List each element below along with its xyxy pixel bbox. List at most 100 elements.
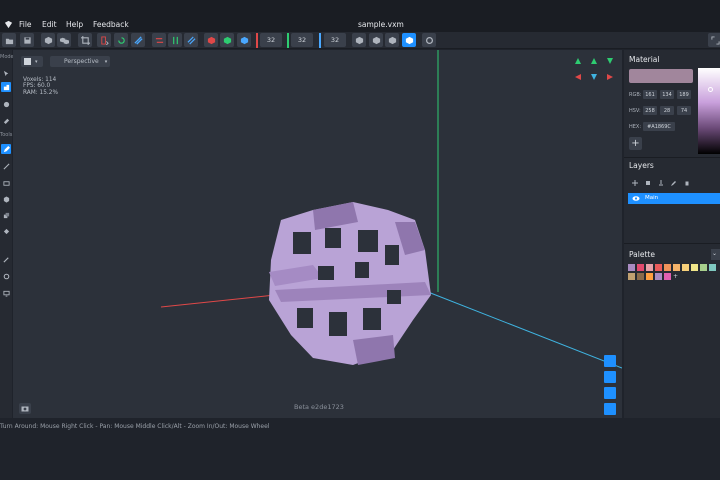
expand-button[interactable]: [708, 33, 720, 47]
hex-cube-icon: [405, 36, 413, 44]
view-cube-2-button[interactable]: [369, 33, 383, 47]
build-version: Beta e2de1723: [294, 403, 344, 411]
eye-icon[interactable]: [632, 195, 640, 202]
palette-color-swatch[interactable]: [628, 273, 635, 280]
palette-color-swatch[interactable]: [673, 264, 680, 271]
move-y-button[interactable]: [168, 33, 182, 47]
gizmo-tool-button[interactable]: [1, 271, 11, 281]
palette-color-swatch[interactable]: [664, 273, 671, 280]
size-z-input[interactable]: 32: [324, 33, 346, 47]
size-y-input[interactable]: 32: [291, 33, 313, 47]
select-mode-button[interactable]: [1, 68, 11, 78]
add-palette-color-button[interactable]: +: [673, 273, 680, 280]
screenshot-button[interactable]: [19, 403, 31, 414]
extrude-tool-button[interactable]: [1, 210, 11, 220]
color-picker[interactable]: [698, 68, 720, 154]
chevron-down-icon: ⌄: [712, 250, 718, 257]
palette-color-swatch[interactable]: [691, 264, 698, 271]
layer-item[interactable]: Main: [628, 193, 720, 204]
crop-button[interactable]: [78, 33, 92, 47]
left-toolbar: Mode Tools: [0, 50, 14, 418]
palette-color-swatch[interactable]: [664, 264, 671, 271]
rename-layer-button[interactable]: [669, 178, 678, 187]
camera-icon: [21, 406, 29, 412]
color-picker-handle[interactable]: [708, 87, 713, 92]
move-z-button[interactable]: [184, 33, 198, 47]
nav-up-left-button[interactable]: [572, 55, 584, 67]
palette-color-swatch[interactable]: [628, 264, 635, 271]
mirror-button[interactable]: [97, 33, 111, 47]
palette-color-swatch[interactable]: [637, 273, 644, 280]
pencil-tool-button[interactable]: [1, 144, 11, 154]
nav-down-button[interactable]: [588, 71, 600, 83]
rotate-button[interactable]: [114, 33, 128, 47]
voxel-mode-button[interactable]: [1, 82, 11, 92]
menu-file[interactable]: File: [19, 20, 32, 29]
palette-color-swatch[interactable]: [700, 264, 707, 271]
material-color-swatch[interactable]: [629, 69, 693, 83]
flip-button[interactable]: [131, 33, 145, 47]
arrows-diagonal-icon: [186, 35, 196, 45]
main-toolbar: 32 32 32: [0, 32, 720, 49]
view-cube-1-button[interactable]: [352, 33, 366, 47]
rect-tool-button[interactable]: [1, 178, 11, 188]
merge-layer-button[interactable]: [656, 178, 665, 187]
palette-menu-button[interactable]: ⌄: [711, 249, 720, 260]
monitor-tool-button[interactable]: [1, 288, 11, 298]
fill-tool-button[interactable]: [1, 226, 11, 236]
palette-color-swatch[interactable]: [646, 273, 653, 280]
size-x-input[interactable]: 32: [260, 33, 282, 47]
settings-button[interactable]: [422, 33, 436, 47]
palette-color-swatch[interactable]: [655, 264, 662, 271]
nav-left-button[interactable]: [572, 71, 584, 83]
view-front-button[interactable]: [604, 355, 616, 367]
view-reset-button[interactable]: [604, 403, 616, 415]
view-cube-3-button[interactable]: [385, 33, 399, 47]
move-x-button[interactable]: [152, 33, 166, 47]
import-button[interactable]: [41, 33, 55, 47]
box-tool-button[interactable]: [1, 194, 11, 204]
palette-color-swatch[interactable]: [655, 273, 662, 280]
green-cube-button[interactable]: [220, 33, 234, 47]
hsv-v-input[interactable]: 74: [677, 106, 691, 115]
blue-cube-button[interactable]: [237, 33, 251, 47]
duplicate-layer-button[interactable]: [643, 178, 652, 187]
gear-icon: [425, 36, 433, 44]
add-layer-button[interactable]: [630, 178, 639, 187]
3d-viewport[interactable]: ▾ Perspective ▾ Voxels: 114 FPS: 60.0 RA…: [13, 50, 622, 418]
hsv-h-input[interactable]: 258: [643, 106, 657, 115]
menu-edit[interactable]: Edit: [42, 20, 57, 29]
menu-feedback[interactable]: Feedback: [93, 20, 129, 29]
view-cube-4-button[interactable]: [402, 33, 416, 47]
menu-help[interactable]: Help: [66, 20, 83, 29]
delete-layer-button[interactable]: [682, 178, 691, 187]
save-button[interactable]: [20, 33, 34, 47]
paint-mode-button[interactable]: [1, 99, 11, 109]
rgb-b-input[interactable]: 189: [677, 90, 691, 99]
rgb-r-input[interactable]: 161: [643, 90, 657, 99]
nav-right-button[interactable]: [604, 71, 616, 83]
material-title: Material: [629, 55, 660, 64]
nav-down-right-button[interactable]: [604, 55, 616, 67]
layers-title: Layers: [629, 161, 654, 170]
line-tool-button[interactable]: [1, 161, 11, 171]
rgb-g-input[interactable]: 134: [660, 90, 674, 99]
hex-input[interactable]: #A1869C: [643, 122, 675, 131]
palette-color-swatch[interactable]: [709, 264, 716, 271]
palette-color-swatch[interactable]: [637, 264, 644, 271]
view-top-button[interactable]: [604, 387, 616, 399]
eyedropper-tool-button[interactable]: [1, 254, 11, 264]
erase-mode-button[interactable]: [1, 115, 11, 125]
viewport-options-button[interactable]: ▾: [21, 56, 43, 67]
view-side-button[interactable]: [604, 371, 616, 383]
panel-divider: [624, 157, 720, 158]
hsv-s-input[interactable]: 28: [660, 106, 674, 115]
palette-color-swatch[interactable]: [646, 264, 653, 271]
nav-up-button[interactable]: [588, 55, 600, 67]
projection-select[interactable]: Perspective ▾: [50, 56, 110, 67]
add-material-button[interactable]: +: [629, 137, 642, 150]
red-cube-button[interactable]: [204, 33, 218, 47]
palette-color-swatch[interactable]: [682, 264, 689, 271]
export-button[interactable]: [57, 33, 71, 47]
new-file-button[interactable]: [2, 33, 16, 47]
